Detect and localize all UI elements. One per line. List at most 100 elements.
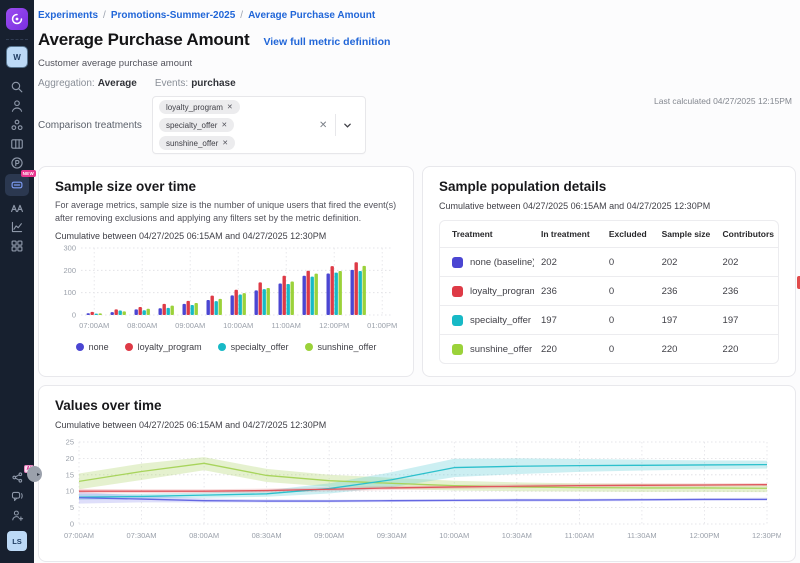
invite-user-icon[interactable] — [5, 506, 29, 525]
page-title: Average Purchase Amount — [38, 30, 249, 50]
breadcrumb-item-experiment-name[interactable]: Promotions-Summer-2025 — [111, 10, 235, 21]
sidebar-collapse-handle[interactable]: ▸ — [27, 466, 42, 482]
table-cell: 202 — [723, 248, 778, 277]
svg-text:200: 200 — [63, 266, 76, 275]
legend-dot — [76, 343, 84, 351]
legend-item[interactable]: sunshine_offer — [305, 342, 377, 352]
values-line-chart: 051015202507:00AM07:30AM08:00AM08:30AM09… — [55, 436, 781, 544]
collapse-arrow-icon: ▸ — [37, 471, 40, 478]
legend-dot — [125, 343, 133, 351]
svg-text:12:30PM: 12:30PM — [752, 531, 781, 540]
breadcrumb-item-metric[interactable]: Average Purchase Amount — [248, 10, 375, 21]
table-cell: 0 — [609, 306, 662, 335]
aggregation-label: Aggregation: — [38, 78, 95, 89]
population-table: TreatmentIn treatmentExcludedSample size… — [439, 220, 779, 364]
app-logo-icon[interactable] — [6, 8, 28, 30]
feature-gates-icon[interactable] — [5, 134, 29, 153]
card-period: Cumulative between 04/27/2025 06:15AM an… — [55, 231, 397, 241]
svg-text:0: 0 — [72, 311, 76, 320]
table-row[interactable]: none (baseline)2020202202 — [440, 248, 778, 277]
table-row[interactable]: specialty_offer1970197197 — [440, 306, 778, 335]
table-row[interactable]: loyalty_program2360236236 — [440, 277, 778, 306]
aggregation-value: Average — [98, 78, 137, 89]
table-cell: 236 — [723, 277, 778, 306]
insights-icon-selected[interactable]: NEW — [5, 174, 29, 196]
sample-size-legend: none loyalty_program specialty_offer sunshi… — [55, 342, 397, 352]
legend-item[interactable]: none — [76, 342, 109, 352]
card-period: Cumulative between 04/27/2025 06:15AM an… — [55, 420, 779, 430]
svg-text:07:00AM: 07:00AM — [64, 531, 94, 540]
svg-text:09:00AM: 09:00AM — [175, 321, 205, 330]
svg-text:07:30AM: 07:30AM — [127, 531, 157, 540]
ai-assistant-icon[interactable]: AI — [5, 468, 29, 487]
svg-text:08:00AM: 08:00AM — [189, 531, 219, 540]
population-table-body: none (baseline)2020202202loyalty_program… — [440, 248, 778, 364]
legend-dot — [305, 343, 313, 351]
events-label: Events: — [155, 78, 188, 89]
table-cell: 236 — [541, 277, 609, 306]
experiments-icon[interactable] — [5, 115, 29, 134]
chip-remove-icon[interactable]: ✕ — [227, 103, 233, 111]
treatment-name: specialty_offer — [470, 315, 531, 326]
column-header: In treatment — [541, 221, 609, 248]
user-avatar[interactable]: LS — [7, 531, 27, 551]
chevron-down-icon[interactable] — [336, 121, 359, 130]
workspace-avatar[interactable]: W — [7, 47, 27, 67]
svg-text:15: 15 — [66, 470, 74, 479]
treatment-name: none (baseline) — [470, 257, 534, 268]
card-title: Sample size over time — [55, 179, 397, 194]
column-header: Sample size — [662, 221, 723, 248]
svg-text:09:30AM: 09:30AM — [377, 531, 407, 540]
table-cell: 236 — [662, 277, 723, 306]
clear-all-icon[interactable]: ✕ — [311, 120, 335, 131]
treatment-chips: loyalty_program✕ specialty_offer✕ sunshine… — [159, 100, 311, 150]
main-content: Experiments / Promotions-Summer-2025 / A… — [34, 0, 800, 563]
treatment-chip[interactable]: loyalty_program✕ — [159, 100, 240, 114]
svg-text:10:00AM: 10:00AM — [439, 531, 469, 540]
table-cell: 0 — [609, 277, 662, 306]
table-row[interactable]: sunshine_offer2200220220 — [440, 335, 778, 364]
treatment-chip[interactable]: sunshine_offer✕ — [159, 136, 235, 150]
treatment-color-swatch — [452, 286, 463, 297]
table-cell: 0 — [609, 335, 662, 364]
svg-text:01:00PM: 01:00PM — [367, 321, 397, 330]
metrics-icon[interactable] — [5, 217, 29, 236]
legend-item[interactable]: loyalty_program — [125, 342, 202, 352]
values-over-time-card: Values over time Cumulative between 04/2… — [38, 385, 796, 562]
treatment-color-swatch — [452, 315, 463, 326]
breadcrumb-item-experiments[interactable]: Experiments — [38, 10, 98, 21]
breadcrumb: Experiments / Promotions-Summer-2025 / A… — [38, 0, 796, 21]
svg-text:10: 10 — [66, 487, 74, 496]
svg-text:12:00PM: 12:00PM — [319, 321, 349, 330]
view-metric-definition-link[interactable]: View full metric definition — [263, 36, 390, 48]
population-card: Sample population details Cumulative bet… — [422, 166, 796, 377]
card-period: Cumulative between 04/27/2025 06:15AM an… — [439, 201, 779, 211]
card-title: Values over time — [55, 398, 779, 413]
search-icon[interactable] — [5, 77, 29, 96]
svg-text:11:00AM: 11:00AM — [565, 531, 594, 540]
treatment-chip[interactable]: specialty_offer✕ — [159, 118, 234, 132]
users-icon[interactable] — [5, 96, 29, 115]
last-calculated-text: Last calculated 04/27/2025 12:15PM — [654, 96, 792, 106]
column-header: Treatment — [440, 221, 541, 248]
aggregation-field: Aggregation:Average — [38, 78, 137, 89]
table-cell: 197 — [541, 306, 609, 335]
svg-text:10:00AM: 10:00AM — [223, 321, 253, 330]
svg-text:08:30AM: 08:30AM — [252, 531, 282, 540]
support-chat-icon[interactable] — [5, 487, 29, 506]
legend-item[interactable]: specialty_offer — [218, 342, 289, 352]
svg-text:08:00AM: 08:00AM — [127, 321, 157, 330]
new-badge: NEW — [21, 170, 36, 177]
table-cell: 0 — [609, 248, 662, 277]
table-cell: 220 — [662, 335, 723, 364]
treatments-multiselect[interactable]: loyalty_program✕ specialty_offer✕ sunshine… — [152, 96, 366, 154]
dashboards-icon[interactable] — [5, 236, 29, 255]
holdouts-icon[interactable] — [5, 198, 29, 217]
breadcrumb-separator: / — [103, 10, 106, 21]
svg-text:25: 25 — [66, 438, 74, 447]
legend-label: none — [89, 342, 109, 352]
chip-remove-icon[interactable]: ✕ — [222, 139, 228, 147]
chip-remove-icon[interactable]: ✕ — [221, 121, 227, 129]
svg-text:5: 5 — [70, 503, 74, 512]
svg-text:100: 100 — [63, 288, 76, 297]
